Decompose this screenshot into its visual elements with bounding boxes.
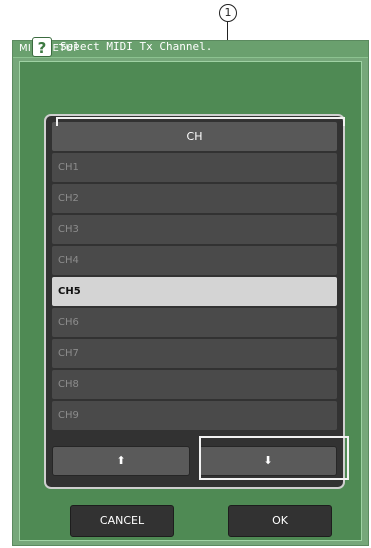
channel-list-panel: CH CH1 CH2 CH3 CH4 CH5 CH6 CH7 CH8 CH9 ⬆… xyxy=(44,114,345,489)
channel-list: CH CH1 CH2 CH3 CH4 CH5 CH6 CH7 CH8 CH9 xyxy=(52,122,337,432)
channel-row-ch9[interactable]: CH9 xyxy=(52,401,337,430)
channel-list-header: CH xyxy=(52,122,337,151)
channel-row-ch7[interactable]: CH7 xyxy=(52,339,337,368)
callout-number: 1 xyxy=(219,4,237,22)
channel-row-ch3[interactable]: CH3 xyxy=(52,215,337,244)
arrow-up-icon: ⬆ xyxy=(116,454,126,467)
ok-button[interactable]: OK xyxy=(228,505,332,537)
scroll-up-button[interactable]: ⬆ xyxy=(52,446,190,476)
question-icon: ? xyxy=(32,37,52,57)
callout-highlight xyxy=(199,436,349,480)
callout-bracket xyxy=(56,117,345,126)
channel-row-ch8[interactable]: CH8 xyxy=(52,370,337,399)
channel-row-ch2[interactable]: CH2 xyxy=(52,184,337,213)
channel-row-ch6[interactable]: CH6 xyxy=(52,308,337,337)
channel-row-ch1[interactable]: CH1 xyxy=(52,153,337,182)
prompt-text: Select MIDI Tx Channel. xyxy=(60,40,213,53)
channel-row-ch5[interactable]: CH5 xyxy=(52,277,337,306)
cancel-button[interactable]: CANCEL xyxy=(70,505,174,537)
channel-row-ch4[interactable]: CH4 xyxy=(52,246,337,275)
